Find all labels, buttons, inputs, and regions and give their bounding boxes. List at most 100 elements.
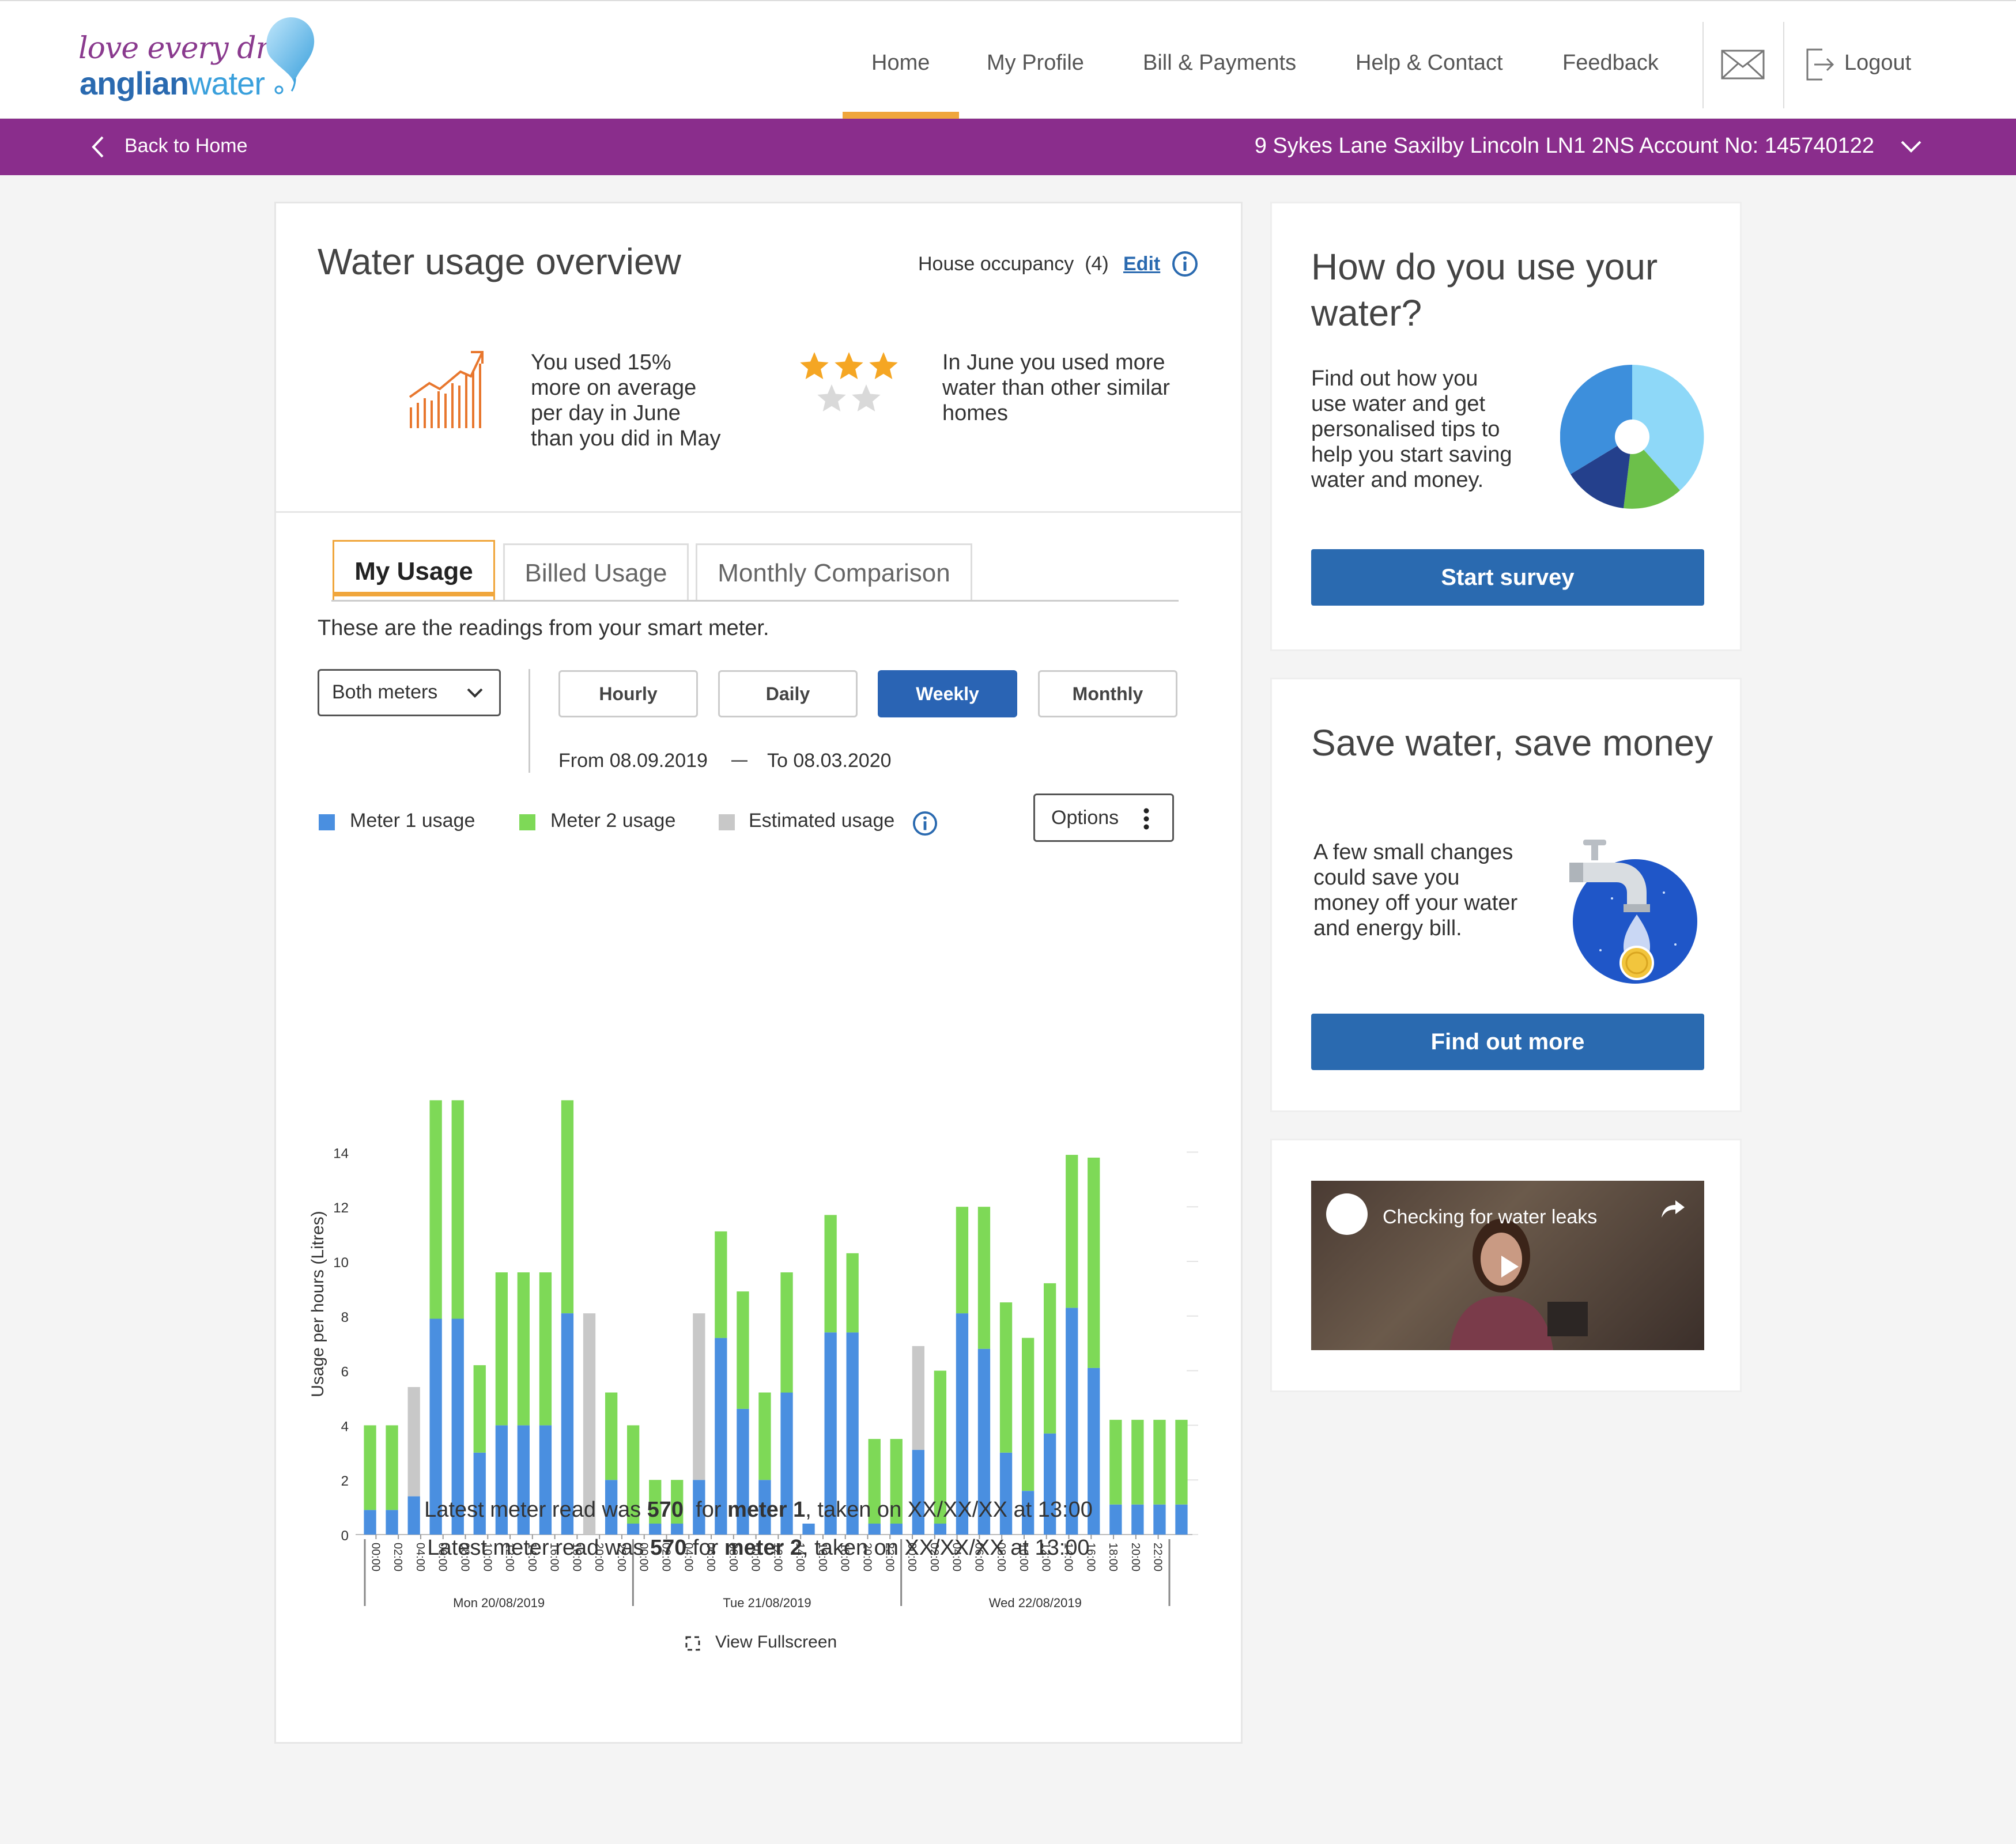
bar-meter2[interactable] [517, 1272, 530, 1426]
occupancy-value: (4) [1085, 253, 1109, 275]
latest-read-value: 570 [647, 1498, 684, 1522]
bar-meter2[interactable] [1131, 1419, 1144, 1505]
weekly-button[interactable]: Weekly [878, 670, 1017, 717]
bar-meter1[interactable] [934, 1524, 946, 1535]
bar-meter2[interactable] [824, 1215, 837, 1333]
bar-meter2[interactable] [1153, 1419, 1166, 1505]
tab-active-indicator [333, 592, 495, 596]
nav-feedback[interactable]: Feedback [1562, 51, 1659, 75]
meter-select[interactable]: Both meters [318, 669, 501, 716]
bar-meter2[interactable] [451, 1100, 464, 1319]
bar-meter2[interactable] [1066, 1155, 1078, 1308]
star-empty-icon [852, 384, 881, 411]
y-tick-label: 6 [341, 1365, 349, 1380]
save-water-title: Save water, save money [1311, 722, 1713, 764]
y-tick-label: 12 [333, 1200, 349, 1216]
bar-meter2[interactable] [1109, 1419, 1122, 1505]
view-fullscreen-link[interactable]: View Fullscreen [715, 1633, 837, 1652]
latest-read-mid: for [684, 1498, 728, 1522]
legend-swatch-meter1 [319, 814, 335, 830]
y-tick-label: 8 [341, 1310, 349, 1325]
latest-read-mid: for [686, 1536, 724, 1560]
start-survey-button[interactable]: Start survey [1311, 549, 1704, 606]
bar-meter2[interactable] [737, 1291, 749, 1409]
tabs-baseline [331, 600, 1179, 602]
bar-meter2[interactable] [846, 1253, 859, 1333]
bar-meter2[interactable] [429, 1100, 442, 1319]
bar-estimated[interactable] [407, 1387, 420, 1497]
top-header: love every drop anglianwater Home My Pro… [0, 0, 2016, 119]
account-bar: Back to Home 9 Sykes Lane Saxilby Lincol… [0, 119, 2016, 175]
legend-meter1[interactable]: Meter 1 usage [350, 810, 475, 832]
chevron-left-icon[interactable] [89, 135, 106, 159]
tab-billed-usage[interactable]: Billed Usage [503, 543, 689, 601]
bar-meter2[interactable] [780, 1272, 793, 1393]
hourly-button[interactable]: Hourly [558, 670, 698, 717]
bar-meter2[interactable] [956, 1207, 969, 1314]
logo-brand-thin: water [188, 65, 265, 101]
bar-meter2[interactable] [561, 1100, 574, 1313]
meter-select-value: Both meters [332, 681, 438, 703]
usage-trend-text: You used 15% more on average per day in … [531, 350, 721, 451]
bar-meter1[interactable] [890, 1524, 903, 1535]
occupancy-label: House occupancy [918, 253, 1074, 275]
logout-icon[interactable] [1805, 47, 1835, 82]
bar-meter2[interactable] [495, 1272, 508, 1426]
bar-estimated[interactable] [693, 1313, 705, 1480]
bar-meter2[interactable] [999, 1302, 1013, 1453]
edit-occupancy-link[interactable]: Edit [1123, 253, 1160, 275]
bar-meter2[interactable] [1175, 1419, 1188, 1505]
save-water-card: Save water, save money A few small chang… [1270, 678, 1742, 1112]
bar-meter2[interactable] [715, 1231, 727, 1338]
nav-bill-payments[interactable]: Bill & Payments [1143, 51, 1296, 75]
latest-read-prefix: Latest meter read was [424, 1498, 647, 1522]
nav-help-contact[interactable]: Help & Contact [1356, 51, 1503, 75]
bar-meter2[interactable] [605, 1392, 618, 1480]
info-icon[interactable] [1172, 251, 1198, 277]
bar-meter2[interactable] [539, 1272, 552, 1426]
more-vertical-icon [1143, 808, 1149, 830]
bar-meter1[interactable] [802, 1524, 815, 1535]
bar-meter1[interactable] [627, 1524, 640, 1535]
legend-meter2[interactable]: Meter 2 usage [550, 810, 675, 832]
fullscreen-icon[interactable] [684, 1635, 701, 1652]
bar-meter1[interactable] [868, 1524, 881, 1535]
anglian-water-logo[interactable]: love every drop anglianwater [78, 14, 320, 106]
trend-up-icon [409, 351, 484, 428]
video-player[interactable]: Checking for water leaks [1311, 1181, 1704, 1350]
nav-my-profile[interactable]: My Profile [987, 51, 1084, 75]
bar-meter1[interactable] [671, 1524, 684, 1535]
bar-meter1[interactable] [649, 1524, 662, 1535]
daily-button[interactable]: Daily [718, 670, 858, 717]
legend-estimated[interactable]: Estimated usage [749, 810, 894, 832]
bar-meter2[interactable] [1022, 1337, 1035, 1491]
nav-active-indicator [843, 112, 959, 119]
play-icon[interactable] [1482, 1244, 1535, 1289]
bar-meter2[interactable] [1088, 1157, 1100, 1368]
legend-swatch-estimated [719, 814, 735, 830]
bar-meter2[interactable] [758, 1392, 771, 1480]
latest-read-suffix: , taken on XX/XX/XX at 13:00 [805, 1498, 1093, 1522]
bar-meter2[interactable] [1044, 1283, 1056, 1434]
video-card: Checking for water leaks [1270, 1139, 1742, 1392]
nav-home[interactable]: Home [871, 51, 930, 75]
bar-estimated[interactable] [912, 1346, 924, 1450]
info-icon[interactable] [912, 811, 938, 836]
chevron-down-icon[interactable] [1900, 139, 1923, 154]
options-label: Options [1051, 807, 1119, 829]
bar-meter2[interactable] [473, 1365, 486, 1453]
share-icon[interactable] [1660, 1198, 1686, 1219]
find-out-more-button[interactable]: Find out more [1311, 1014, 1704, 1070]
star-filled-icon [869, 352, 898, 379]
back-to-home-link[interactable]: Back to Home [124, 135, 248, 157]
date-from[interactable]: From 08.09.2019 [558, 750, 708, 772]
options-button[interactable]: Options [1033, 793, 1174, 842]
monthly-button[interactable]: Monthly [1038, 670, 1177, 717]
y-tick-label: 4 [341, 1419, 349, 1434]
logout-link[interactable]: Logout [1844, 51, 1911, 75]
tab-monthly-comparison[interactable]: Monthly Comparison [696, 543, 972, 601]
bar-meter2[interactable] [977, 1207, 991, 1349]
mail-icon[interactable] [1721, 50, 1765, 80]
x-group-label: Tue 21/08/2019 [723, 1596, 811, 1610]
date-to[interactable]: To 08.03.2020 [767, 750, 892, 772]
